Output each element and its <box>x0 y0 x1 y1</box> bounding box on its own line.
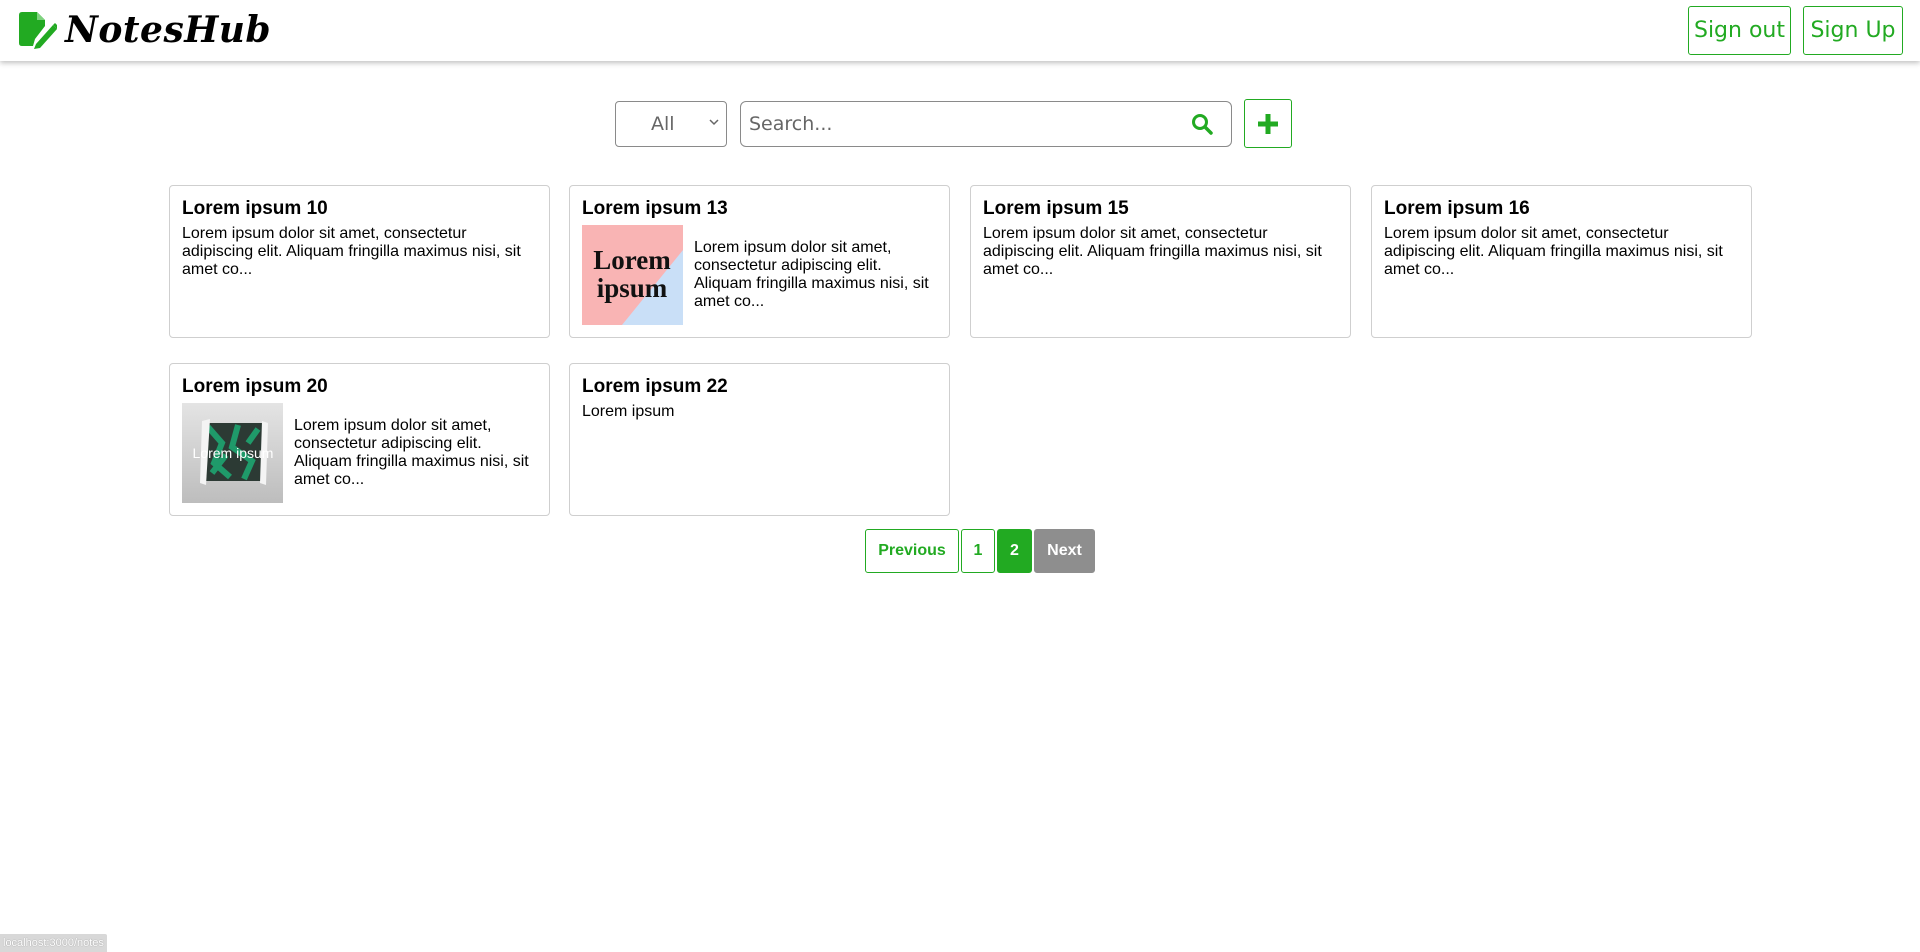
pagination-page-2-current[interactable]: 2 <box>997 529 1032 573</box>
search-icon[interactable] <box>1191 113 1213 135</box>
note-excerpt: Lorem ipsum dolor sit amet, consectetur … <box>294 417 529 488</box>
browser-status-url: localhost:3000/notes <box>0 934 107 952</box>
add-note-button[interactable] <box>1244 99 1292 148</box>
search-box <box>740 101 1232 147</box>
brand-name: NotesHub <box>65 9 272 51</box>
note-title: Lorem ipsum 16 <box>1384 198 1530 219</box>
thumbnail-lettering: Lorem <box>593 245 671 275</box>
filter-selected-value: All <box>651 113 675 135</box>
thumbnail-lettering: Lorem ipsum <box>193 445 274 461</box>
brand-logo[interactable]: NotesHub <box>17 10 271 50</box>
note-thumbnail: Lorem ipsum <box>582 225 683 325</box>
chevron-down-icon <box>709 119 719 126</box>
pagination-previous-button[interactable]: Previous <box>865 529 959 573</box>
note-excerpt: Lorem ipsum <box>582 403 675 420</box>
sign-out-button[interactable]: Sign out <box>1688 6 1791 55</box>
note-card[interactable]: Lorem ipsum 16 Lorem ipsum dolor sit ame… <box>1371 185 1752 338</box>
plus-icon <box>1258 113 1278 134</box>
note-pen-icon <box>19 12 57 49</box>
sign-up-button[interactable]: Sign Up <box>1803 6 1903 55</box>
pagination-page-1[interactable]: 1 <box>961 529 995 573</box>
note-thumbnail-graphic: Lorem ipsum <box>182 403 283 503</box>
note-title: Lorem ipsum 20 <box>182 376 328 397</box>
note-title: Lorem ipsum 10 <box>182 198 328 219</box>
pagination-next-button[interactable]: Next <box>1034 529 1095 573</box>
note-card[interactable]: Lorem ipsum 15 Lorem ipsum dolor sit ame… <box>970 185 1351 338</box>
note-card[interactable]: Lorem ipsum 13 Lorem ipsum Lorem ipsum d… <box>569 185 950 338</box>
search-input[interactable] <box>749 108 1169 140</box>
note-title: Lorem ipsum 13 <box>582 198 728 219</box>
note-excerpt: Lorem ipsum dolor sit amet, consectetur … <box>182 225 521 278</box>
top-navbar: NotesHub Sign out Sign Up <box>0 0 1920 61</box>
note-excerpt: Lorem ipsum dolor sit amet, consectetur … <box>1384 225 1723 278</box>
note-excerpt: Lorem ipsum dolor sit amet, consectetur … <box>983 225 1322 278</box>
note-card[interactable]: Lorem ipsum 10 Lorem ipsum dolor sit ame… <box>169 185 550 338</box>
note-card[interactable]: Lorem ipsum 20 Lorem ipsum Lorem ipsum d… <box>169 363 550 516</box>
note-excerpt: Lorem ipsum dolor sit amet, consectetur … <box>694 239 929 310</box>
note-title: Lorem ipsum 22 <box>582 376 728 397</box>
note-thumbnail-graphic: Lorem ipsum <box>582 225 683 325</box>
category-filter-select[interactable]: All <box>615 101 727 147</box>
thumbnail-lettering: ipsum <box>597 273 668 303</box>
note-thumbnail: Lorem ipsum <box>182 403 283 503</box>
note-card[interactable]: Lorem ipsum 22 Lorem ipsum <box>569 363 950 516</box>
note-title: Lorem ipsum 15 <box>983 198 1129 219</box>
